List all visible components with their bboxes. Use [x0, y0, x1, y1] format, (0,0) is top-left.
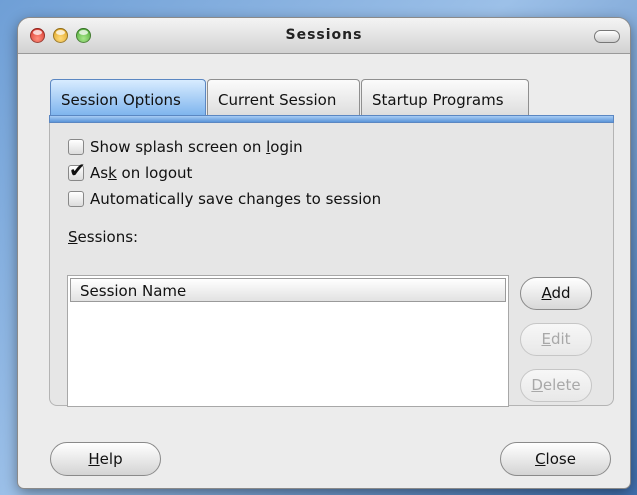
tab-current-session[interactable]: Current Session: [207, 79, 360, 115]
sessions-window: Sessions Session Options Current Session…: [18, 18, 630, 488]
title-bar[interactable]: Sessions: [18, 18, 630, 54]
close-button[interactable]: Close: [500, 442, 611, 476]
column-header-session-name[interactable]: Session Name: [70, 278, 506, 302]
tab-strip-divider: [49, 115, 614, 123]
add-button[interactable]: Add: [520, 277, 592, 310]
sessions-label: Sessions:: [68, 228, 139, 246]
delete-button[interactable]: Delete: [520, 369, 592, 402]
autosave-option-label[interactable]: Automatically save changes to session: [90, 188, 381, 210]
ask-logout-checkbox[interactable]: ✔: [68, 159, 86, 181]
session-options-panel: Show splash screen on login ✔ Ask on log…: [49, 123, 614, 407]
toolbar-toggle-icon[interactable]: [594, 30, 620, 43]
window-title: Sessions: [285, 27, 363, 43]
ask-logout-option-label[interactable]: Ask on logout: [90, 162, 192, 184]
edit-button[interactable]: Edit: [520, 323, 592, 356]
tab-session-options[interactable]: Session Options: [50, 79, 206, 115]
autosave-checkbox[interactable]: [68, 191, 84, 207]
splash-option-row[interactable]: Show splash screen on login: [68, 136, 303, 158]
splash-option-label[interactable]: Show splash screen on login: [90, 136, 303, 158]
sessions-list[interactable]: Session Name: [67, 275, 509, 407]
checkmark-icon: ✔: [69, 158, 86, 182]
help-button[interactable]: Help: [50, 442, 161, 476]
autosave-option-row[interactable]: Automatically save changes to session: [68, 188, 381, 210]
tab-startup-programs[interactable]: Startup Programs: [361, 79, 529, 115]
ask-logout-option-row[interactable]: ✔ Ask on logout: [68, 159, 192, 184]
splash-checkbox[interactable]: [68, 139, 84, 155]
